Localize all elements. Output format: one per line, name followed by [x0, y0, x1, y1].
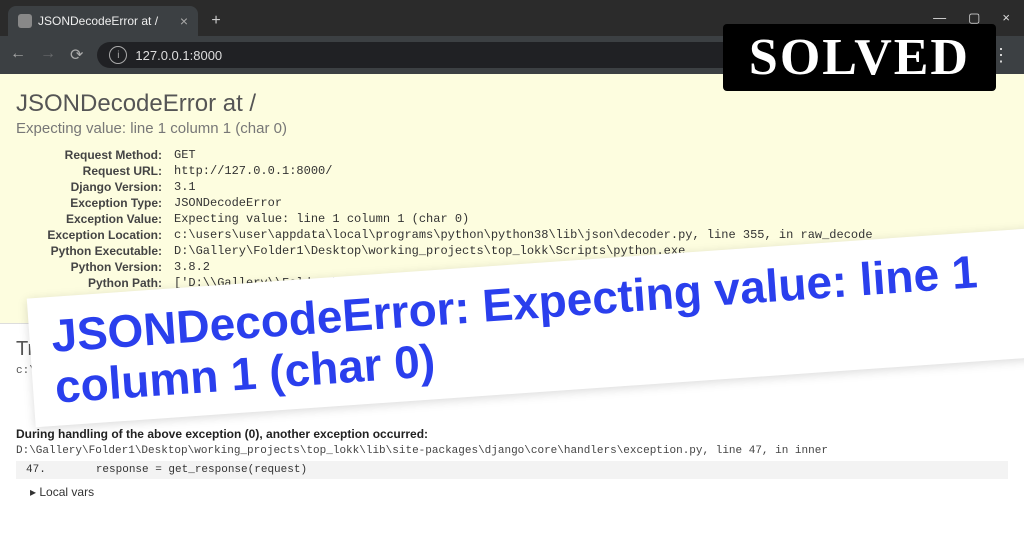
incognito-label: Incognito: [919, 48, 968, 62]
disclosure-triangle-icon: ▸: [30, 485, 36, 499]
meta-row-exception-location: Exception Location:c:\users\user\appdata…: [16, 227, 879, 243]
incognito-chip[interactable]: Incognito: [889, 43, 978, 67]
nav-forward-icon[interactable]: →: [40, 45, 56, 65]
meta-row-python-executable: Python Executable:D:\Gallery\Folder1\Des…: [16, 243, 879, 259]
meta-row-python-path: Python Path:['D:\\Gallery\\Folder1\\Desk…: [16, 275, 879, 305]
meta-row-exception-value: Exception Value:Expecting value: line 1 …: [16, 211, 879, 227]
code-line-text: response = get_response(request): [96, 464, 307, 476]
nav-reload-icon[interactable]: ⟳: [70, 45, 83, 65]
page-viewport: JSONDecodeError at / Expecting value: li…: [0, 74, 1024, 555]
window-controls: — ▢ ×: [933, 10, 1024, 26]
during-exception-text: During handling of the above exception (…: [16, 427, 1008, 441]
window-minimize-icon[interactable]: —: [933, 10, 946, 26]
frame-path: D:\Gallery\Folder1\Desktop\working_proje…: [16, 445, 1008, 457]
traceback-heading: Traceback: [16, 338, 1008, 361]
incognito-icon: [899, 48, 913, 62]
browser-toolbar: ← → ⟳ i 127.0.0.1:8000 Incognito ⋮: [0, 36, 1024, 74]
traceback-env-line: c:\users\...: [16, 365, 1008, 377]
code-line-number: 47.: [26, 464, 46, 476]
tab-favicon-icon: [18, 14, 32, 28]
error-subtitle: Expecting value: line 1 column 1 (char 0…: [16, 120, 1008, 137]
meta-row-python-version: Python Version:3.8.2: [16, 259, 879, 275]
meta-row-request-url: Request URL:http://127.0.0.1:8000/: [16, 163, 879, 179]
tab-title: JSONDecodeError at /: [38, 14, 158, 28]
nav-back-icon[interactable]: ←: [10, 45, 26, 65]
meta-row-django-version: Django Version:3.1: [16, 179, 879, 195]
meta-row-request-method: Request Method:GET: [16, 147, 879, 163]
window-maximize-icon[interactable]: ▢: [968, 10, 980, 26]
site-info-icon[interactable]: i: [109, 46, 127, 64]
local-vars-toggle[interactable]: ▸ Local vars: [16, 485, 1008, 499]
address-text: 127.0.0.1:8000: [135, 48, 222, 63]
new-tab-button[interactable]: +: [206, 11, 226, 31]
tab-close-icon[interactable]: ×: [180, 13, 188, 29]
browser-menu-icon[interactable]: ⋮: [988, 45, 1014, 66]
window-title-bar: JSONDecodeError at / × + — ▢ ×: [0, 0, 1024, 36]
browser-tab[interactable]: JSONDecodeError at / ×: [8, 6, 198, 36]
meta-row-exception-type: Exception Type:JSONDecodeError: [16, 195, 879, 211]
local-vars-label: Local vars: [39, 485, 94, 499]
address-bar[interactable]: i 127.0.0.1:8000: [97, 42, 741, 68]
window-close-icon[interactable]: ×: [1002, 10, 1010, 26]
frame-code-line: 47. response = get_response(request): [16, 461, 1008, 479]
django-error-summary: JSONDecodeError at / Expecting value: li…: [0, 74, 1024, 324]
error-title: JSONDecodeError at /: [16, 90, 1008, 118]
error-meta-table: Request Method:GET Request URL:http://12…: [16, 147, 879, 305]
traceback-section: Traceback c:\users\... During handling o…: [0, 324, 1024, 503]
